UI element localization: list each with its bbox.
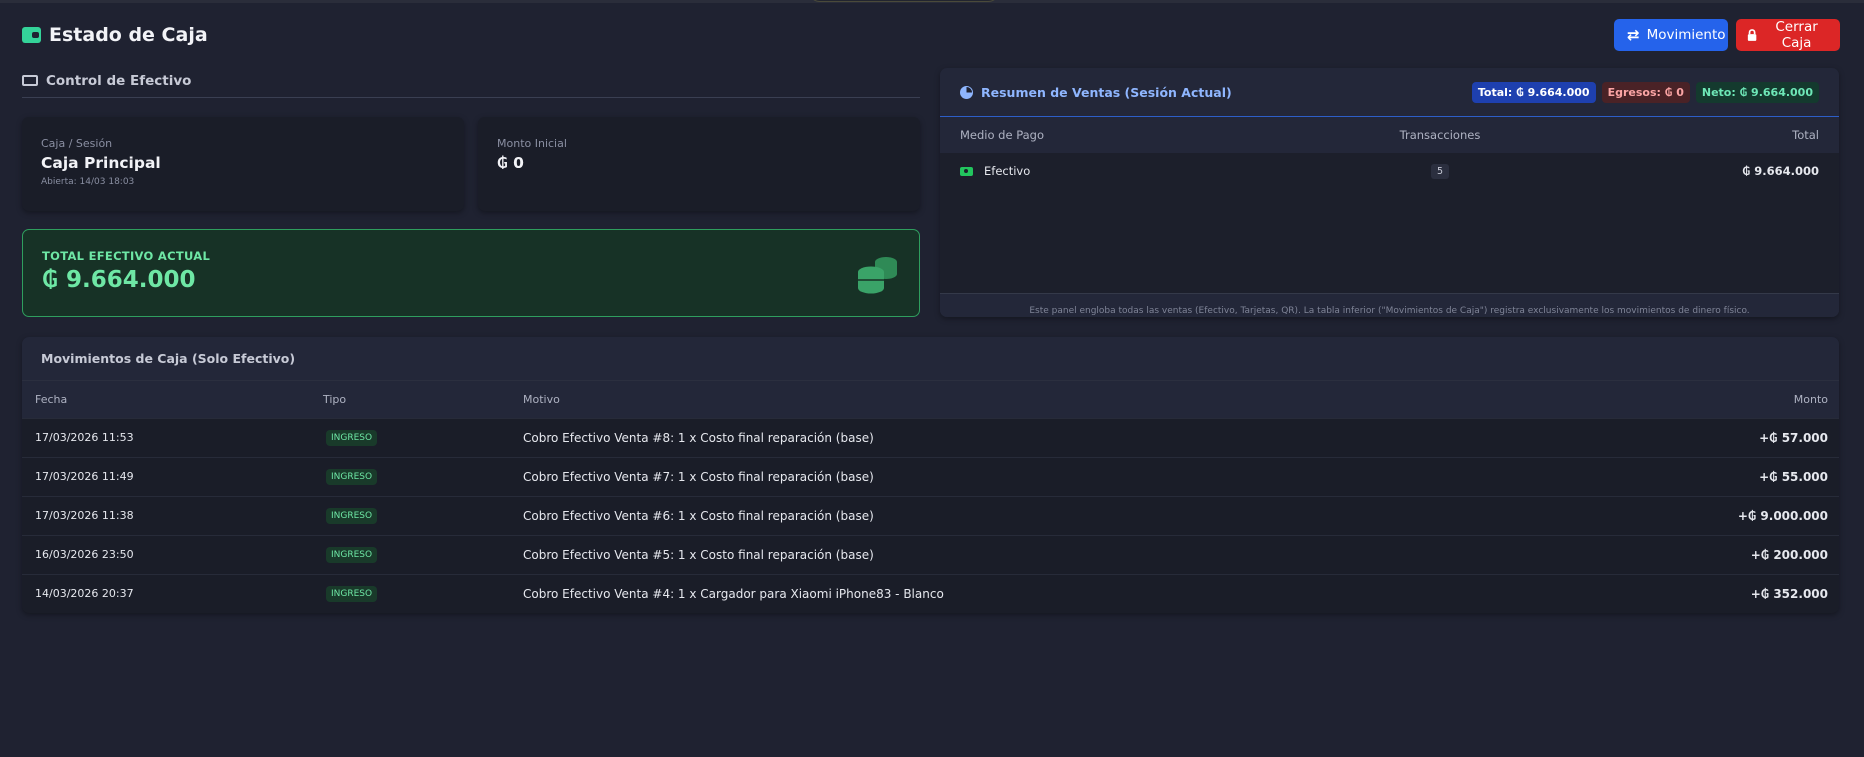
total-value: ₲ 9.664.000 (42, 267, 196, 293)
payment-total: ₲ 9.664.000 (1520, 153, 1839, 189)
sales-summary-card: Resumen de Ventas (Sesión Actual) Total:… (940, 68, 1839, 317)
movement-reason: Cobro Efectivo Venta #5: 1 x Costo final… (510, 534, 1569, 574)
movimiento-label: Movimiento (1646, 27, 1726, 43)
movement-amount: +₲ 9.000.000 (1568, 495, 1839, 535)
payment-method: Efectivo (984, 164, 1031, 178)
movement-type-badge: INGRESO (326, 508, 378, 524)
movement-date: 14/03/2026 20:37 (22, 573, 310, 613)
summary-badges: Total: ₲ 9.664.000 Egresos: ₲ 0 Neto: ₲ … (1471, 81, 1819, 103)
col-medio-pago: Medio de Pago (940, 117, 1360, 153)
movements-card: Movimientos de Caja (Solo Efectivo) Fech… (22, 337, 1839, 613)
col-motivo: Motivo (510, 381, 1569, 418)
movement-date: 17/03/2026 11:38 (22, 495, 310, 535)
movement-date: 17/03/2026 11:53 (22, 417, 310, 457)
summary-empty-area (940, 189, 1839, 294)
movement-amount: +₲ 200.000 (1568, 534, 1839, 574)
movimiento-button[interactable]: ⇄ Movimiento (1614, 19, 1728, 51)
summary-table: Medio de Pago Transacciones Total Efecti… (940, 117, 1839, 189)
money-icon (22, 75, 38, 86)
table-row[interactable]: 14/03/2026 20:37 INGRESO Cobro Efectivo … (22, 573, 1839, 613)
summary-header: Resumen de Ventas (Sesión Actual) Total:… (940, 68, 1839, 117)
page-title: Estado de Caja (22, 24, 208, 46)
total-label: TOTAL EFECTIVO ACTUAL (42, 249, 211, 263)
table-row[interactable]: 16/03/2026 23:50 INGRESO Cobro Efectivo … (22, 534, 1839, 574)
control-section-title: Control de Efectivo (22, 70, 920, 98)
movement-date: 16/03/2026 23:50 (22, 534, 310, 574)
movement-amount: +₲ 57.000 (1568, 417, 1839, 457)
col-total: Total (1520, 117, 1839, 153)
neto-badge: Neto: ₲ 9.664.000 (1695, 81, 1819, 103)
header-actions: ⇄ Movimiento Cerrar Caja (1614, 19, 1840, 51)
transactions-count: 5 (1430, 164, 1450, 179)
caja-opened: Abierta: 14/03 18:03 (41, 177, 135, 187)
egresos-badge: Egresos: ₲ 0 (1601, 81, 1690, 103)
table-row[interactable]: 17/03/2026 11:38 INGRESO Cobro Efectivo … (22, 495, 1839, 535)
table-row: Efectivo 5 ₲ 9.664.000 (940, 153, 1839, 189)
movement-type-badge: INGRESO (326, 469, 378, 485)
caja-session-card: Caja / Sesión Caja Principal Abierta: 14… (22, 117, 464, 211)
summary-title: Resumen de Ventas (Sesión Actual) (960, 85, 1232, 100)
movement-type-badge: INGRESO (326, 430, 378, 446)
coins-icon (858, 257, 897, 294)
summary-footer: Este panel engloba todas las ventas (Efe… (940, 294, 1839, 317)
caja-value: Caja Principal (41, 154, 161, 172)
caja-label: Caja / Sesión (41, 137, 113, 150)
table-row[interactable]: 17/03/2026 11:53 INGRESO Cobro Efectivo … (22, 417, 1839, 457)
col-monto: Monto (1568, 381, 1839, 418)
page-header: Estado de Caja ⇄ Movimiento Cerrar Caja (22, 18, 1840, 52)
transactions-cell: 5 (1360, 153, 1520, 189)
monto-inicial-card: Monto Inicial ₲ 0 (478, 117, 920, 211)
movement-amount: +₲ 352.000 (1568, 573, 1839, 613)
movement-type-cell: INGRESO (310, 534, 510, 574)
cerrar-caja-label: Cerrar Caja (1775, 19, 1818, 51)
exchange-icon: ⇄ (1627, 26, 1640, 44)
page-title-text: Estado de Caja (49, 24, 208, 46)
payment-method-cell: Efectivo (940, 153, 1360, 189)
table-row[interactable]: 17/03/2026 11:49 INGRESO Cobro Efectivo … (22, 456, 1839, 496)
monto-value: ₲ 0 (497, 154, 524, 172)
movement-reason: Cobro Efectivo Venta #7: 1 x Costo final… (510, 456, 1569, 496)
movements-title: Movimientos de Caja (Solo Efectivo) (22, 337, 1839, 381)
movement-type-badge: INGRESO (326, 586, 378, 603)
movement-type-cell: INGRESO (310, 456, 510, 496)
movement-amount: +₲ 55.000 (1568, 456, 1839, 496)
summary-title-text: Resumen de Ventas (Sesión Actual) (981, 84, 1232, 100)
movements-table: Fecha Tipo Motivo Monto 17/03/2026 11:53… (22, 381, 1839, 613)
movement-type-badge: INGRESO (326, 547, 378, 563)
movement-type-cell: INGRESO (310, 573, 510, 613)
col-transacciones: Transacciones (1360, 117, 1520, 153)
wallet-icon (22, 27, 41, 43)
movement-reason: Cobro Efectivo Venta #6: 1 x Costo final… (510, 495, 1569, 535)
movement-date: 17/03/2026 11:49 (22, 456, 310, 496)
control-title-text: Control de Efectivo (46, 72, 192, 89)
lock-icon (1747, 29, 1757, 41)
movement-reason: Cobro Efectivo Venta #8: 1 x Costo final… (510, 417, 1569, 457)
col-tipo: Tipo (310, 381, 510, 418)
top-tab-handle (808, 0, 1000, 2)
movement-type-cell: INGRESO (310, 417, 510, 457)
pie-chart-icon (960, 85, 973, 99)
total-badge: Total: ₲ 9.664.000 (1471, 81, 1596, 103)
monto-label: Monto Inicial (497, 137, 567, 150)
cerrar-caja-button[interactable]: Cerrar Caja (1736, 19, 1840, 51)
movement-type-cell: INGRESO (310, 495, 510, 535)
total-efectivo-card: TOTAL EFECTIVO ACTUAL ₲ 9.664.000 (22, 229, 920, 317)
col-fecha: Fecha (22, 381, 310, 418)
cash-icon (960, 167, 973, 176)
movement-reason: Cobro Efectivo Venta #4: 1 x Cargador pa… (510, 573, 1569, 613)
